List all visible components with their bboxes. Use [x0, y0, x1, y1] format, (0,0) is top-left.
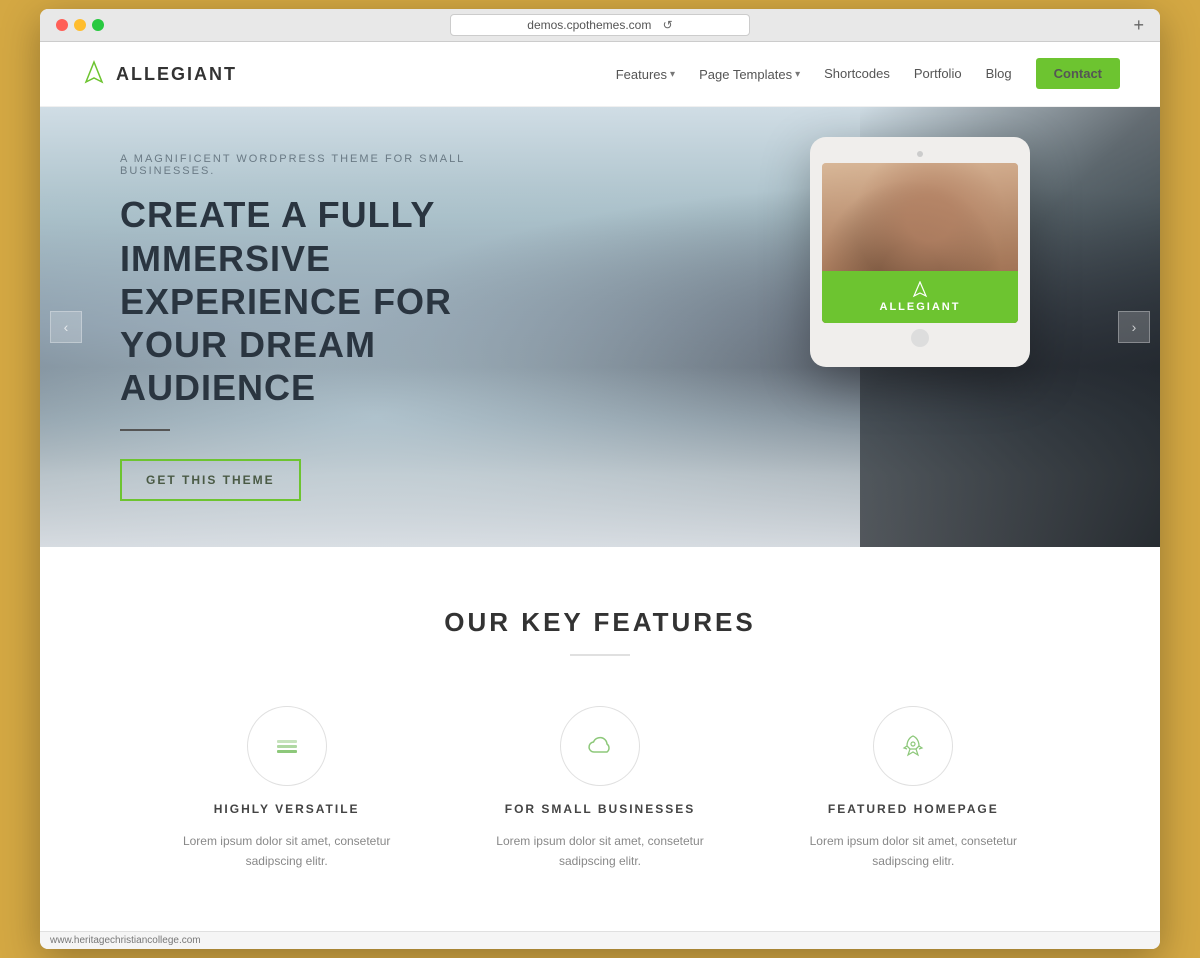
dot-green[interactable] — [92, 19, 104, 31]
feature-icon-layers — [247, 706, 327, 786]
tablet-outer: ALLEGIANT — [810, 137, 1030, 367]
feature-name-small-business: FOR SMALL BUSINESSES — [505, 802, 695, 816]
tablet-logo-icon — [911, 281, 929, 299]
hero-cta-button[interactable]: GET THIS THEME — [120, 459, 301, 501]
hero-divider — [120, 429, 170, 431]
tablet-overlay: ALLEGIANT — [822, 271, 1018, 323]
url-text: demos.cpothemes.com — [527, 18, 651, 32]
feature-name-versatile: HIGHLY VERSATILE — [214, 802, 360, 816]
layers-icon — [273, 732, 301, 760]
dot-yellow[interactable] — [74, 19, 86, 31]
nav-contact-button[interactable]: Contact — [1036, 58, 1120, 89]
feature-desc-small-business: Lorem ipsum dolor sit amet, consetetur s… — [490, 832, 710, 870]
nav-item-contact[interactable]: Contact — [1036, 65, 1120, 83]
feature-item-homepage: FEATURED HOMEPAGE Lorem ipsum dolor sit … — [777, 706, 1050, 870]
hero-subtitle: A MAGNIFICENT WORDPRESS THEME FOR SMALL … — [120, 153, 520, 177]
nav-item-page-templates[interactable]: Page Templates — [699, 67, 800, 82]
tablet-logo-text: ALLEGIANT — [880, 301, 961, 313]
nav-item-shortcodes[interactable]: Shortcodes — [824, 65, 890, 83]
features-section: OUR KEY FEATURES HIGHLY VERSATILE Lorem … — [40, 547, 1160, 930]
cloud-icon — [586, 734, 614, 758]
new-tab-button[interactable]: + — [1133, 15, 1144, 36]
rocket-icon — [900, 733, 926, 759]
nav-link-blog[interactable]: Blog — [986, 66, 1012, 81]
feature-icon-rocket — [873, 706, 953, 786]
slider-next-button[interactable]: › — [1118, 311, 1150, 343]
nav-link-shortcodes[interactable]: Shortcodes — [824, 66, 890, 81]
features-grid: HIGHLY VERSATILE Lorem ipsum dolor sit a… — [150, 706, 1050, 870]
feature-name-homepage: FEATURED HOMEPAGE — [828, 802, 999, 816]
tablet-home-button — [911, 329, 929, 347]
site-logo[interactable]: ALLEGIANT — [80, 60, 237, 88]
refresh-icon[interactable]: ↺ — [663, 18, 673, 32]
tablet-screen: ALLEGIANT — [822, 163, 1018, 323]
features-title: OUR KEY FEATURES — [80, 607, 1120, 638]
features-divider — [570, 654, 630, 656]
website-content: ALLEGIANT Features Page Templates Shortc… — [40, 42, 1160, 930]
site-navigation: ALLEGIANT Features Page Templates Shortc… — [40, 42, 1160, 107]
tablet-camera — [917, 151, 923, 157]
tablet-mockup: ALLEGIANT — [810, 137, 1030, 367]
browser-status: www.heritagechristiancollege.com — [40, 931, 1160, 949]
nav-links: Features Page Templates Shortcodes Portf… — [616, 65, 1120, 83]
dot-red[interactable] — [56, 19, 68, 31]
nav-link-portfolio[interactable]: Portfolio — [914, 66, 962, 81]
feature-item-versatile: HIGHLY VERSATILE Lorem ipsum dolor sit a… — [150, 706, 423, 870]
status-url: www.heritagechristiancollege.com — [50, 935, 201, 946]
browser-titlebar: demos.cpothemes.com ↺ + — [40, 9, 1160, 42]
nav-item-features[interactable]: Features — [616, 67, 675, 82]
nav-link-page-templates[interactable]: Page Templates — [699, 67, 800, 82]
feature-item-small-business: FOR SMALL BUSINESSES Lorem ipsum dolor s… — [463, 706, 736, 870]
hero-title: CREATE A FULLY IMMERSIVE EXPERIENCE FOR … — [120, 193, 520, 409]
logo-text: ALLEGIANT — [116, 64, 237, 85]
hero-content: A MAGNIFICENT WORDPRESS THEME FOR SMALL … — [40, 153, 600, 501]
hero-section: ‹ A MAGNIFICENT WORDPRESS THEME FOR SMAL… — [40, 107, 1160, 547]
slider-prev-button[interactable]: ‹ — [50, 311, 82, 343]
logo-icon — [80, 60, 108, 88]
nav-item-blog[interactable]: Blog — [986, 65, 1012, 83]
feature-desc-homepage: Lorem ipsum dolor sit amet, consetetur s… — [803, 832, 1023, 870]
browser-window: demos.cpothemes.com ↺ + ALLEGIANT Featur… — [40, 9, 1160, 948]
feature-icon-cloud — [560, 706, 640, 786]
nav-item-portfolio[interactable]: Portfolio — [914, 65, 962, 83]
feature-desc-versatile: Lorem ipsum dolor sit amet, consetetur s… — [177, 832, 397, 870]
url-bar[interactable]: demos.cpothemes.com ↺ — [450, 14, 750, 36]
nav-link-features[interactable]: Features — [616, 67, 675, 82]
browser-dots — [56, 19, 104, 31]
